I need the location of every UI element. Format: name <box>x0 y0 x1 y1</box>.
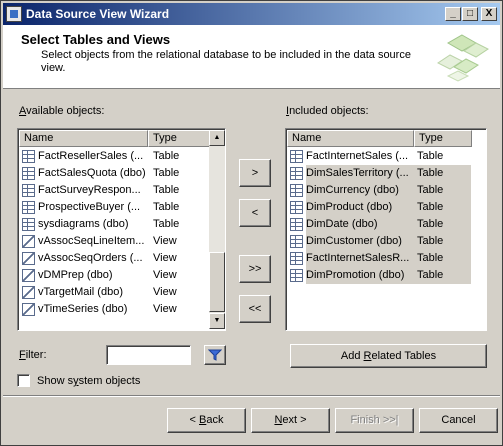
wizard-banner-icon <box>437 34 489 82</box>
close-button[interactable]: X <box>481 7 497 21</box>
table-icon <box>290 252 303 265</box>
list-item[interactable]: ProspectiveBuyer (... Table <box>22 199 210 216</box>
available-objects-label: Available objects: <box>19 105 105 117</box>
included-col-name-header[interactable]: Name <box>287 130 414 147</box>
table-icon <box>22 218 35 231</box>
included-objects-list[interactable]: Name Type FactInternetSales (... Table Di… <box>285 128 487 331</box>
show-system-objects-checkbox[interactable] <box>17 374 30 387</box>
table-icon <box>290 150 303 163</box>
add-related-tables-button[interactable]: Add Related Tables <box>290 344 487 368</box>
wizard-window: Data Source View Wizard _ □ X Select Tab… <box>0 0 503 446</box>
filter-input[interactable] <box>106 345 191 365</box>
list-item[interactable]: DimCurrency (dbo) Table <box>290 182 480 199</box>
list-item[interactable]: vAssocSeqOrders (... View <box>22 250 210 267</box>
minimize-button[interactable]: _ <box>445 7 461 21</box>
available-col-type-header[interactable]: Type <box>148 130 210 147</box>
table-icon <box>22 167 35 180</box>
view-icon <box>22 303 35 316</box>
list-item[interactable]: DimPromotion (dbo) Table <box>290 267 480 284</box>
page-subtitle: Select objects from the relational datab… <box>41 49 411 74</box>
table-icon <box>290 269 303 282</box>
table-icon <box>290 235 303 248</box>
table-icon <box>22 184 35 197</box>
page-title: Select Tables and Views <box>21 32 171 47</box>
table-icon <box>22 201 35 214</box>
filter-label: Filter: <box>19 349 47 361</box>
available-col-name-header[interactable]: Name <box>19 130 148 147</box>
list-item[interactable]: DimProduct (dbo) Table <box>290 199 480 216</box>
finish-button[interactable]: Finish >>| <box>335 408 414 433</box>
wizard-header: Select Tables and Views Select objects f… <box>3 25 500 89</box>
scroll-thumb[interactable] <box>209 252 225 312</box>
list-item[interactable]: FactSurveyRespon... Table <box>22 182 210 199</box>
list-item[interactable]: vTargetMail (dbo) View <box>22 284 210 301</box>
show-system-objects-label[interactable]: Show system objects <box>37 375 140 387</box>
available-objects-list[interactable]: Name Type FactResellerSales (... Table Fa… <box>17 128 226 331</box>
table-icon <box>290 218 303 231</box>
list-item[interactable]: vAssocSeqLineItem... View <box>22 233 210 250</box>
remove-selected-button[interactable]: < <box>239 199 271 227</box>
filter-button[interactable] <box>204 345 226 365</box>
add-selected-button[interactable]: > <box>239 159 271 187</box>
view-icon <box>22 286 35 299</box>
remove-all-button[interactable]: << <box>239 295 271 323</box>
table-icon <box>22 150 35 163</box>
view-icon <box>22 269 35 282</box>
list-item[interactable]: sysdiagrams (dbo) Table <box>22 216 210 233</box>
back-button[interactable]: < Back <box>167 408 246 433</box>
scroll-up-arrow-icon[interactable]: ▲ <box>209 130 225 146</box>
maximize-button[interactable]: □ <box>462 7 478 21</box>
table-icon <box>290 184 303 197</box>
cancel-button[interactable]: Cancel <box>419 408 498 433</box>
list-item[interactable]: FactInternetSalesR... Table <box>290 250 480 267</box>
list-item[interactable]: vTimeSeries (dbo) View <box>22 301 210 318</box>
wizard-app-icon <box>6 6 22 22</box>
window-title: Data Source View Wizard <box>26 7 170 21</box>
view-icon <box>22 235 35 248</box>
list-item[interactable]: vDMPrep (dbo) View <box>22 267 210 284</box>
available-scrollbar[interactable]: ▲ ▼ <box>209 130 225 329</box>
included-col-type-header[interactable]: Type <box>414 130 472 147</box>
list-item[interactable]: FactInternetSales (... Table <box>290 148 480 165</box>
list-item[interactable]: DimDate (dbo) Table <box>290 216 480 233</box>
list-item[interactable]: FactResellerSales (... Table <box>22 148 210 165</box>
list-item[interactable]: DimSalesTerritory (... Table <box>290 165 480 182</box>
table-icon <box>290 167 303 180</box>
list-item[interactable]: DimCustomer (dbo) Table <box>290 233 480 250</box>
title-bar[interactable]: Data Source View Wizard _ □ X <box>3 3 500 25</box>
footer-separator <box>3 395 500 397</box>
included-objects-label: Included objects: <box>286 105 369 117</box>
filter-funnel-icon <box>208 349 222 361</box>
table-icon <box>290 201 303 214</box>
scroll-down-arrow-icon[interactable]: ▼ <box>209 313 225 329</box>
add-all-button[interactable]: >> <box>239 255 271 283</box>
view-icon <box>22 252 35 265</box>
list-item[interactable]: FactSalesQuota (dbo) Table <box>22 165 210 182</box>
next-button[interactable]: Next > <box>251 408 330 433</box>
